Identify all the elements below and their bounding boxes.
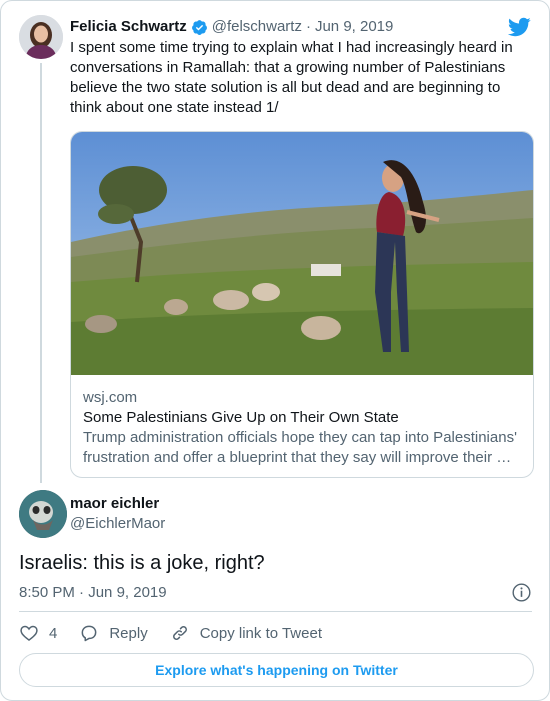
article-photo [71, 132, 533, 375]
heart-icon [20, 625, 38, 642]
reply-date: Jun 9, 2019 [88, 584, 167, 601]
action-bar: 4 Reply Copy link to Tweet [19, 621, 344, 645]
reply-label: Reply [109, 624, 148, 642]
parent-tweet-text: I spent some time trying to explain what… [70, 39, 513, 116]
reply-timestamp[interactable]: 8:50 PM · Jun 9, 2019 [19, 583, 167, 603]
parent-author-avatar[interactable] [19, 15, 63, 59]
copy-link-label: Copy link to Tweet [199, 624, 322, 642]
verified-badge-icon [191, 19, 207, 35]
reply-author-handle[interactable]: @EichlerMaor [70, 514, 165, 534]
header-separator: · [305, 18, 311, 35]
reply-time: 8:50 PM [19, 584, 75, 601]
link-title: Some Palestinians Give Up on Their Own S… [83, 409, 399, 426]
like-button[interactable]: 4 [19, 623, 57, 643]
twitter-bird-icon[interactable] [507, 15, 531, 39]
copy-link-button[interactable]: Copy link to Tweet [170, 623, 322, 643]
info-icon[interactable] [511, 582, 532, 603]
link-card-meta: wsj.com Some Palestinians Give Up on The… [83, 388, 523, 468]
link-domain: wsj.com [83, 389, 138, 406]
timestamp-separator: · [79, 584, 85, 601]
reply-author-avatar[interactable] [19, 490, 67, 538]
tweet-embed-card: Felicia Schwartz @felschwartz · Jun 9, 2… [0, 0, 550, 701]
thread-connector-line [40, 63, 42, 483]
parent-tweet-header: Felicia Schwartz @felschwartz · Jun 9, 2… [70, 17, 393, 37]
explore-twitter-button[interactable]: Explore what's happening on Twitter [19, 653, 534, 687]
link-preview-card[interactable]: wsj.com Some Palestinians Give Up on The… [70, 131, 534, 478]
reply-author-name[interactable]: maor eichler [70, 494, 159, 514]
divider [19, 611, 532, 612]
link-description: Trump administration officials hope they… [83, 429, 517, 466]
parent-author-handle[interactable]: @felschwartz [212, 17, 302, 37]
link-icon [172, 626, 187, 640]
reply-button[interactable]: Reply [79, 623, 148, 643]
like-count: 4 [49, 624, 58, 642]
parent-tweet-date[interactable]: Jun 9, 2019 [315, 17, 393, 37]
reply-icon [81, 625, 97, 642]
reply-tweet-text: Israelis: this is a joke, right? [19, 552, 265, 574]
parent-author-name[interactable]: Felicia Schwartz [70, 17, 187, 37]
